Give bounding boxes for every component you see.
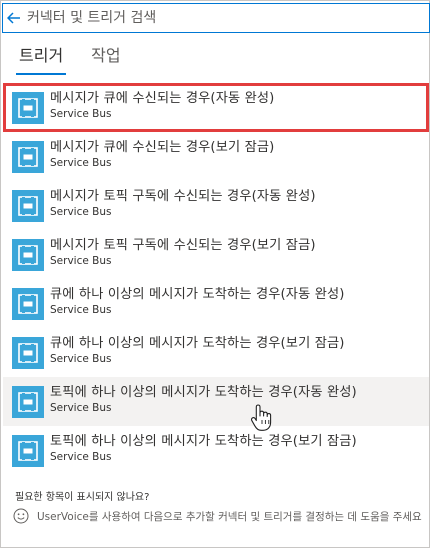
service-bus-icon (12, 190, 44, 222)
tab-triggers[interactable]: 트리거 (15, 45, 67, 75)
trigger-text: 토픽에 하나 이상의 메시지가 도착하는 경우(자동 완성) Service Bu… (50, 384, 423, 415)
search-input[interactable] (25, 5, 429, 31)
search-bar (2, 3, 430, 33)
trigger-connector-name: Service Bus (50, 402, 112, 414)
trigger-item[interactable]: 토픽에 하나 이상의 메시지가 도착하는 경우(보기 잠금) Service Bu… (3, 426, 429, 475)
trigger-text: 메시지가 큐에 수신되는 경우(자동 완성) Service Bus (50, 90, 423, 121)
trigger-item[interactable]: 메시지가 큐에 수신되는 경우(보기 잠금) Service Bus (3, 132, 429, 181)
trigger-title: 메시지가 토픽 구독에 수신되는 경우(보기 잠금) (50, 238, 316, 253)
trigger-text: 메시지가 토픽 구독에 수신되는 경우(자동 완성) Service Bus (50, 188, 423, 219)
service-bus-icon (12, 386, 44, 418)
trigger-title: 메시지가 큐에 수신되는 경우(자동 완성) (50, 91, 275, 106)
trigger-item[interactable]: 메시지가 토픽 구독에 수신되는 경우(자동 완성) Service Bus (3, 181, 429, 230)
trigger-item[interactable]: 메시지가 큐에 수신되는 경우(자동 완성) Service Bus (3, 83, 429, 132)
service-bus-icon (12, 288, 44, 320)
trigger-text: 메시지가 토픽 구독에 수신되는 경우(보기 잠금) Service Bus (50, 237, 423, 268)
trigger-text: 토픽에 하나 이상의 메시지가 도착하는 경우(보기 잠금) Service Bu… (50, 433, 423, 464)
trigger-item[interactable]: 메시지가 토픽 구독에 수신되는 경우(보기 잠금) Service Bus (3, 230, 429, 279)
trigger-item[interactable]: 토픽에 하나 이상의 메시지가 도착하는 경우(자동 완성) Service Bu… (3, 377, 429, 426)
trigger-connector-name: Service Bus (50, 304, 112, 316)
trigger-item[interactable]: 큐에 하나 이상의 메시지가 도착하는 경우(보기 잠금) Service Bus (3, 328, 429, 377)
trigger-title: 큐에 하나 이상의 메시지가 도착하는 경우(보기 잠금) (50, 336, 345, 351)
service-bus-icon (12, 337, 44, 369)
trigger-title: 토픽에 하나 이상의 메시지가 도착하는 경우(보기 잠금) (50, 434, 357, 449)
uservoice-link[interactable]: UserVoice를 사용하여 다음으로 추가할 커넥터 및 트리거를 결정하는… (13, 508, 422, 524)
service-bus-icon (12, 239, 44, 271)
tab-bar: 트리거 작업 (15, 45, 121, 75)
trigger-connector-name: Service Bus (50, 255, 112, 267)
service-bus-icon (12, 141, 44, 173)
tab-actions[interactable]: 작업 (91, 45, 120, 75)
service-bus-icon (12, 435, 44, 467)
uservoice-text: UserVoice를 사용하여 다음으로 추가할 커넥터 및 트리거를 결정하는… (37, 510, 422, 523)
connector-picker-panel: 트리거 작업 메시지가 큐에 수신되는 경우(자동 완성) Service Bus… (0, 0, 430, 548)
trigger-list: 메시지가 큐에 수신되는 경우(자동 완성) Service Bus 메시지가 큐에… (3, 83, 429, 475)
trigger-connector-name: Service Bus (50, 451, 112, 463)
trigger-connector-name: Service Bus (50, 108, 112, 120)
trigger-title: 메시지가 큐에 수신되는 경우(보기 잠금) (50, 140, 275, 155)
missing-items-question: 필요한 항목이 표시되지 않나요? (15, 492, 150, 503)
trigger-text: 큐에 하나 이상의 메시지가 도착하는 경우(보기 잠금) Service Bus (50, 335, 423, 366)
trigger-connector-name: Service Bus (50, 157, 112, 169)
trigger-title: 토픽에 하나 이상의 메시지가 도착하는 경우(자동 완성) (50, 385, 357, 400)
trigger-item[interactable]: 큐에 하나 이상의 메시지가 도착하는 경우(자동 완성) Service Bus (3, 279, 429, 328)
trigger-connector-name: Service Bus (50, 206, 112, 218)
trigger-text: 메시지가 큐에 수신되는 경우(보기 잠금) Service Bus (50, 139, 423, 170)
back-arrow-icon[interactable] (3, 4, 25, 32)
trigger-text: 큐에 하나 이상의 메시지가 도착하는 경우(자동 완성) Service Bus (50, 286, 423, 317)
smiley-icon (13, 508, 29, 524)
service-bus-icon (12, 92, 44, 124)
trigger-title: 메시지가 토픽 구독에 수신되는 경우(자동 완성) (50, 189, 316, 204)
trigger-connector-name: Service Bus (50, 353, 112, 365)
trigger-title: 큐에 하나 이상의 메시지가 도착하는 경우(자동 완성) (50, 287, 345, 302)
